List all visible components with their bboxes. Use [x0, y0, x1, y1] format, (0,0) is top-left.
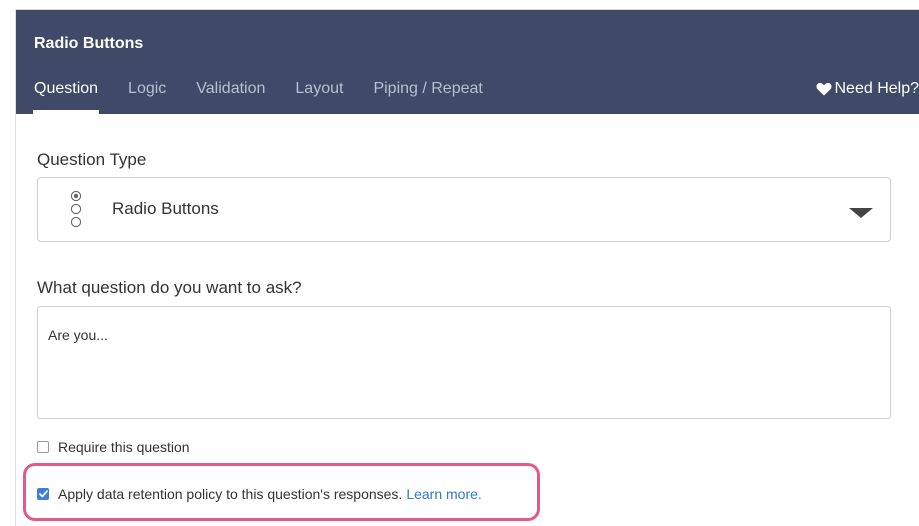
- highlight-annotation: [23, 463, 540, 521]
- tab-logic[interactable]: Logic: [128, 80, 166, 114]
- radio-buttons-icon: [70, 190, 82, 228]
- require-question-label: Require this question: [58, 439, 190, 455]
- header-title: Radio Buttons: [34, 35, 144, 52]
- need-help-link[interactable]: Need Help?: [816, 80, 919, 98]
- question-text-input[interactable]: Are you...: [37, 306, 891, 419]
- require-question-option: Require this question: [37, 439, 190, 455]
- question-type-value: Radio Buttons: [112, 199, 219, 218]
- tab-question[interactable]: Question: [32, 80, 100, 114]
- tab-layout[interactable]: Layout: [295, 80, 343, 114]
- tab-bar: Question Logic Validation Layout Piping …: [32, 80, 513, 114]
- chevron-down-icon: [849, 208, 873, 218]
- tab-piping-repeat[interactable]: Piping / Repeat: [373, 80, 482, 114]
- editor-header: Radio Buttons Question Logic Validation …: [16, 10, 919, 114]
- need-help-label: Need Help?: [834, 80, 919, 97]
- heart-icon: [816, 82, 831, 96]
- question-type-label: Question Type: [37, 150, 147, 169]
- require-question-checkbox[interactable]: [37, 441, 49, 453]
- question-text-label: What question do you want to ask?: [37, 278, 302, 297]
- tab-validation[interactable]: Validation: [196, 80, 265, 114]
- question-type-select[interactable]: Radio Buttons: [37, 177, 891, 242]
